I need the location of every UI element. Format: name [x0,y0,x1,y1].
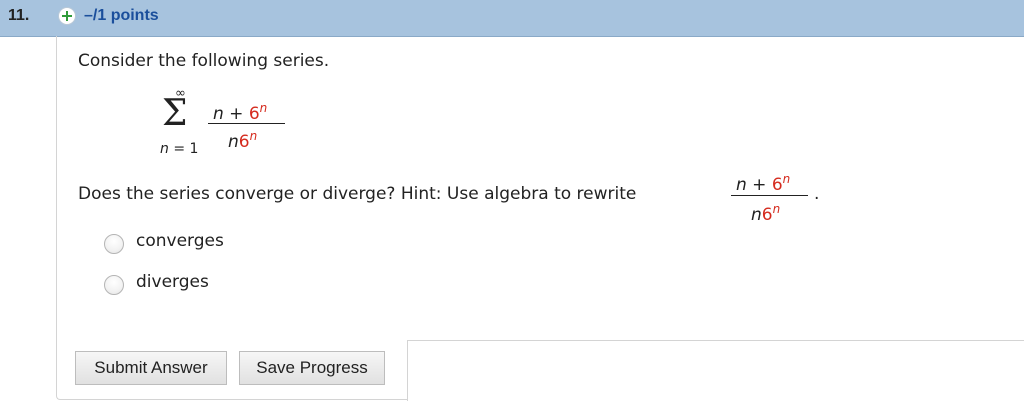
series-numerator: n + 6n [213,101,268,124]
sigma-icon: Σ [162,93,188,134]
side-panel [407,340,1024,401]
hint-fraction-bar [731,195,808,196]
series-fraction-bar [208,123,285,124]
radio-diverges[interactable] [104,275,124,295]
save-progress-button[interactable]: Save Progress [239,351,385,385]
option-label-converges[interactable]: converges [136,231,224,251]
question-header: 11. –/1 points [0,0,1024,37]
radio-converges[interactable] [104,234,124,254]
hint-denominator: n6n [751,202,781,225]
points-label: –/1 points [84,7,159,24]
submit-answer-button[interactable]: Submit Answer [75,351,227,385]
series-denominator: n6n [228,129,258,152]
hint-numerator: n + 6n [736,172,791,195]
option-label-diverges[interactable]: diverges [136,272,209,292]
expand-plus-icon[interactable] [58,7,76,25]
sum-lower-limit: n = 1 [160,141,199,157]
problem-intro: Consider the following series. [78,51,330,71]
hint-period: . [814,184,820,204]
question-text: Does the series converge or diverge? Hin… [78,184,637,204]
question-number: 11. [8,7,30,24]
